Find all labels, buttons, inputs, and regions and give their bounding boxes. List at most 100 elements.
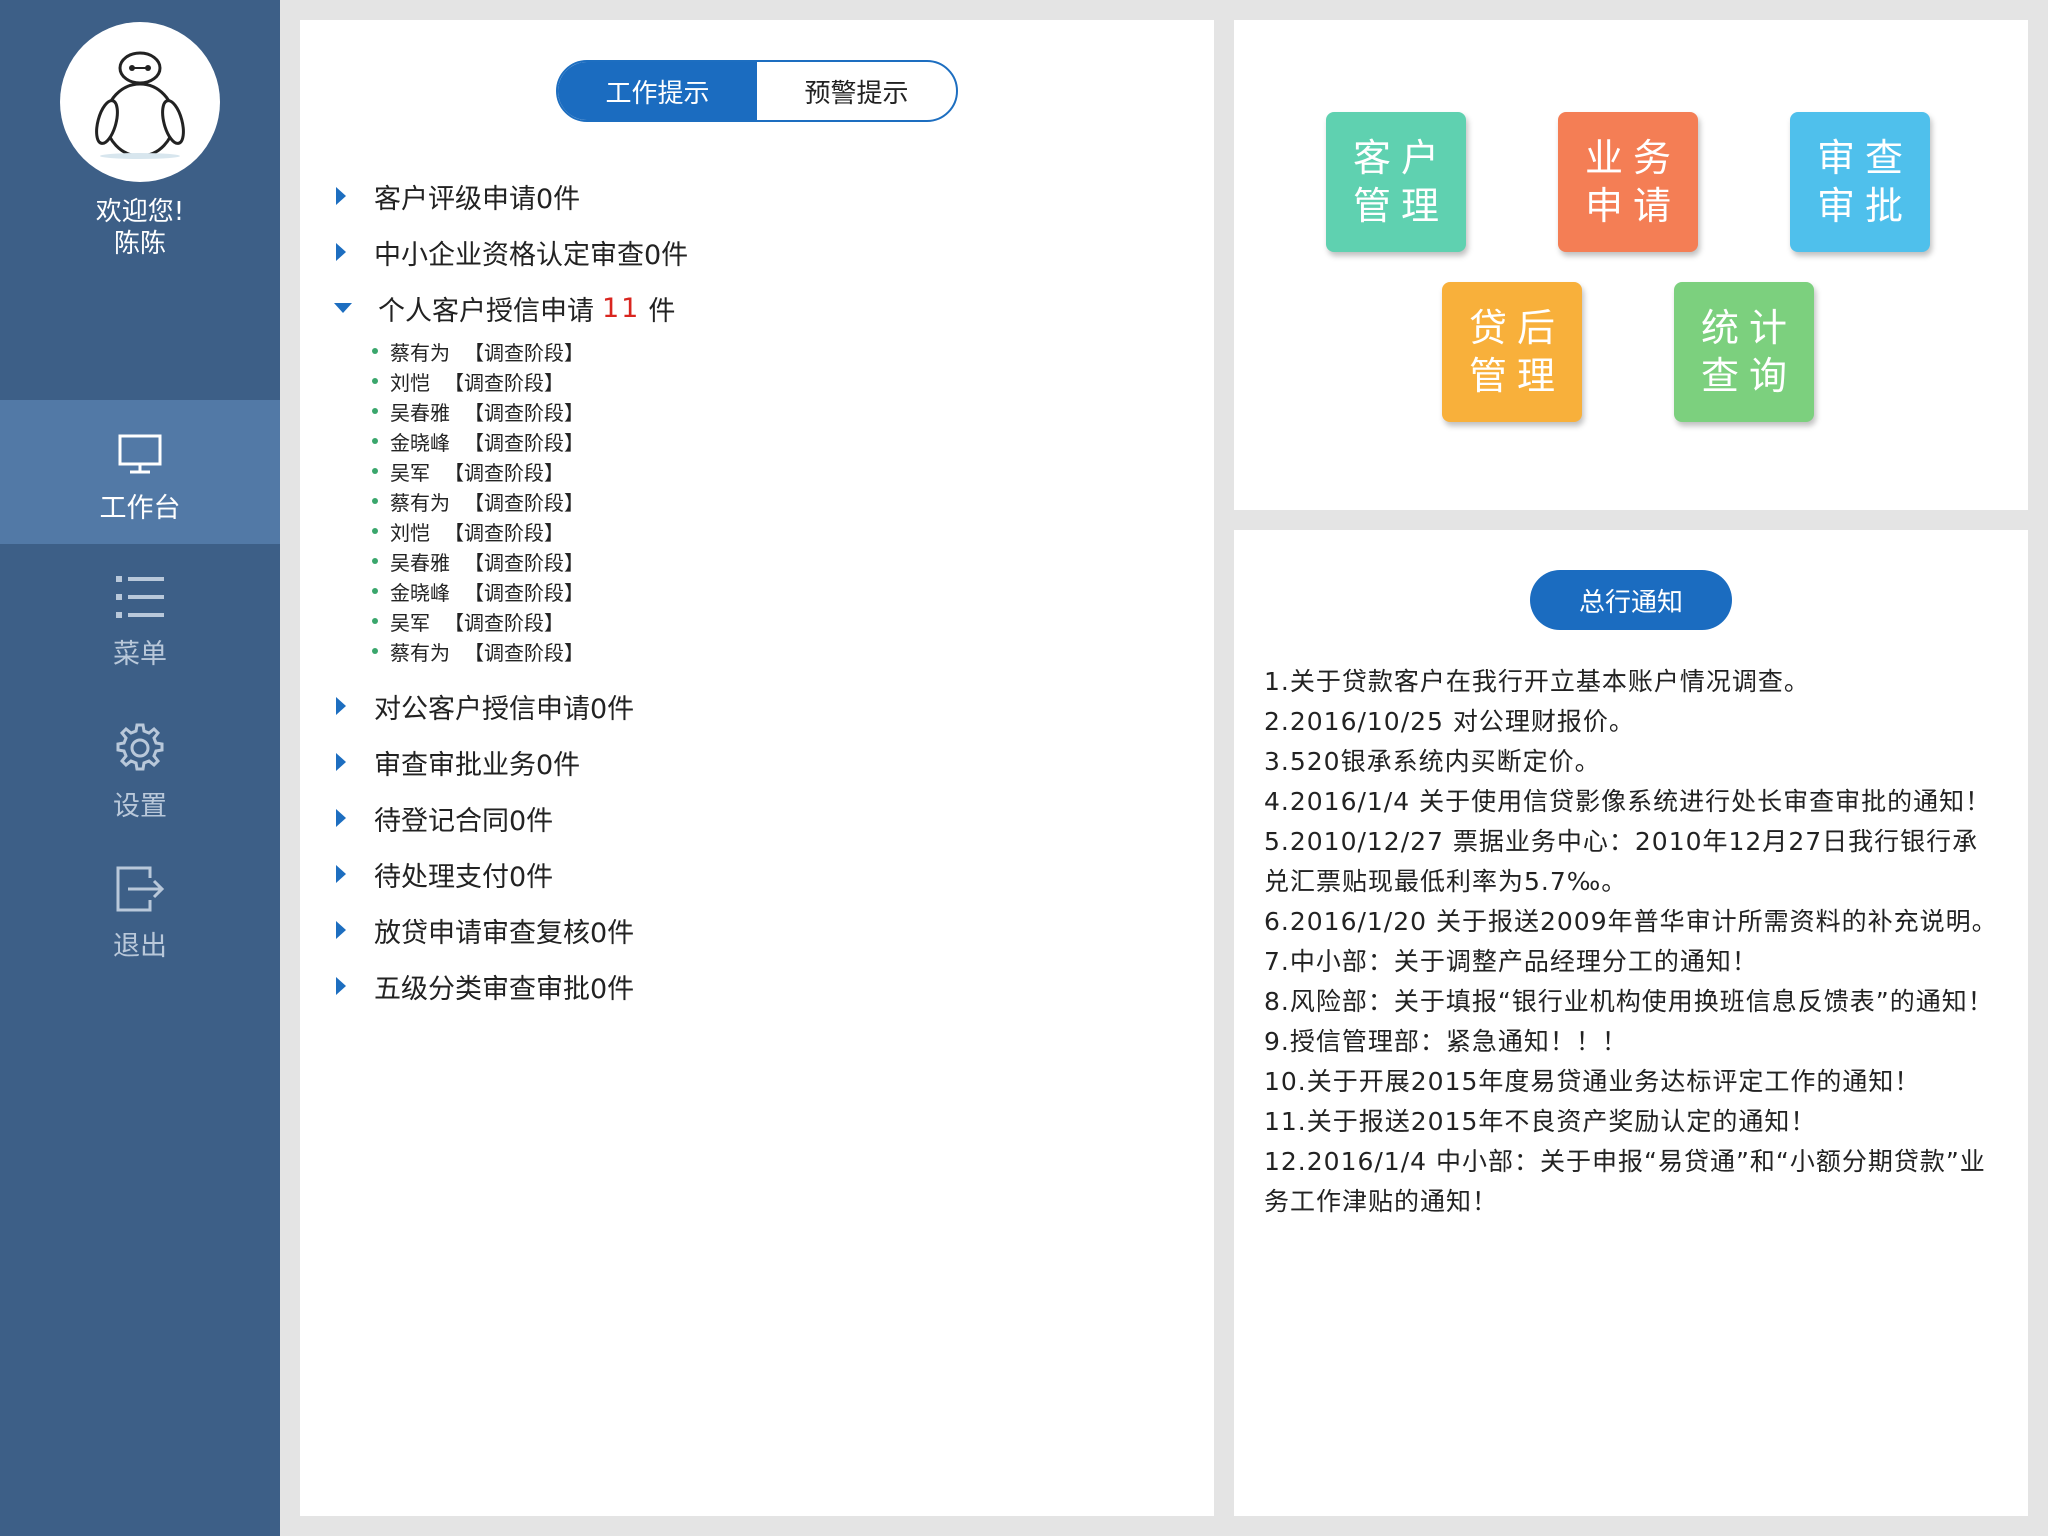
list-item[interactable]: 蔡有为 【调查阶段】 [372,336,1182,366]
applicant-stage: 【调查阶段】 [444,460,564,485]
notice-item[interactable]: 7.中小部：关于调整产品经理分工的通知！ [1264,942,2004,982]
task-item[interactable]: 放贷申请审查复核0件 [332,902,1182,958]
tile-label-line2: 管理 [1352,184,1449,228]
list-item[interactable]: 吴春雅 【调查阶段】 [372,546,1182,576]
notice-item[interactable]: 1.关于贷款客户在我行开立基本账户情况调查。 [1264,662,2004,702]
notice-item[interactable]: 2.2016/10/25 对公理财报价。 [1264,702,2004,742]
applicant-name: 金晓峰 [390,580,450,605]
welcome-text: 欢迎您! 陈陈 [0,196,280,260]
tile-label-line1: 统计 [1700,306,1797,350]
bullet-icon [372,588,378,594]
tile-statistics-query[interactable]: 统计 查询 [1674,282,1814,422]
applicant-stage: 【调查阶段】 [444,520,564,545]
task-label: 五级分类审查审批0件 [374,973,635,1005]
notice-item[interactable]: 10.关于开展2015年度易贷通业务达标评定工作的通知！ [1264,1062,2004,1102]
tile-customer-management[interactable]: 客户 管理 [1326,112,1466,252]
expand-arrow-icon [336,809,346,827]
nav-item-workbench[interactable]: 工作台 [0,400,280,544]
list-item[interactable]: 金晓峰 【调查阶段】 [372,576,1182,606]
task-item[interactable]: 客户评级申请0件 [332,168,1182,224]
notice-list: 1.关于贷款客户在我行开立基本账户情况调查。 2.2016/10/25 对公理财… [1264,662,2004,1222]
expand-arrow-icon [336,753,346,771]
list-item[interactable]: 吴军 【调查阶段】 [372,456,1182,486]
task-item[interactable]: 对公客户授信申请0件 [332,678,1182,734]
tile-label-line1: 客户 [1352,136,1449,180]
bullet-icon [372,528,378,534]
nav-item-logout[interactable]: 退出 [0,864,280,984]
applicant-stage: 【调查阶段】 [464,640,584,665]
task-item-expanded[interactable]: 个人客户授信申请 11 件 [332,280,1182,336]
gear-icon [116,723,164,771]
tab-work-tips[interactable]: 工作提示 [558,62,757,120]
bullet-icon [372,558,378,564]
applicant-stage: 【调查阶段】 [464,490,584,515]
list-item[interactable]: 刘恺 【调查阶段】 [372,366,1182,396]
baymax-avatar-icon [95,51,185,159]
notice-item[interactable]: 12.2016/1/4 中小部：关于申报“易贷通”和“小额分期贷款”业务工作津贴… [1264,1142,2004,1222]
bullet-icon [372,498,378,504]
sidebar: 欢迎您! 陈陈 工作台 菜单 设置 退出 [0,0,280,1536]
applicant-name: 金晓峰 [390,430,450,455]
task-item[interactable]: 待处理支付0件 [332,846,1182,902]
list-item[interactable]: 刘恺 【调查阶段】 [372,516,1182,546]
quick-access-panel: 客户 管理 业务 申请 审查 审批 贷后 管理 统计 查询 [1234,20,2028,510]
applicant-name: 吴春雅 [390,550,450,575]
nav-label-settings: 设置 [113,791,167,822]
greeting: 欢迎您! [95,197,185,227]
tile-post-loan-management[interactable]: 贷后 管理 [1442,282,1582,422]
applicant-name: 刘恺 [390,520,430,545]
tab-warning-tips[interactable]: 预警提示 [757,62,956,120]
tile-review-approval[interactable]: 审查 审批 [1790,112,1930,252]
applicant-name: 蔡有为 [390,340,450,365]
list-item[interactable]: 吴春雅 【调查阶段】 [372,396,1182,426]
task-item[interactable]: 待登记合同0件 [332,790,1182,846]
notice-title-button[interactable]: 总行通知 [1530,570,1732,630]
monitor-icon [118,434,162,474]
applicant-name: 蔡有为 [390,640,450,665]
list-item[interactable]: 金晓峰 【调查阶段】 [372,426,1182,456]
collapse-arrow-icon [334,303,352,313]
task-label: 中小企业资格认定审查0件 [374,239,689,271]
applicant-name: 刘恺 [390,370,430,395]
task-item[interactable]: 中小企业资格认定审查0件 [332,224,1182,280]
tile-business-application[interactable]: 业务 申请 [1558,112,1698,252]
nav-item-menu[interactable]: 菜单 [0,572,280,692]
task-label: 放贷申请审查复核0件 [374,917,635,949]
expand-arrow-icon [336,187,346,205]
expand-arrow-icon [336,243,346,261]
tile-label-line2: 查询 [1700,354,1797,398]
bullet-icon [372,648,378,654]
list-item[interactable]: 吴军 【调查阶段】 [372,606,1182,636]
tile-label-line1: 贷后 [1468,306,1565,350]
head-office-notice-panel: 总行通知 1.关于贷款客户在我行开立基本账户情况调查。 2.2016/10/25… [1234,530,2028,1516]
task-label: 个人客户授信申请 [378,295,594,327]
expand-arrow-icon [336,921,346,939]
list-item[interactable]: 蔡有为 【调查阶段】 [372,486,1182,516]
task-unit: 件 [648,295,676,327]
bullet-icon [372,468,378,474]
expand-arrow-icon [336,865,346,883]
task-item[interactable]: 审查审批业务0件 [332,734,1182,790]
list-item[interactable]: 蔡有为 【调查阶段】 [372,636,1182,666]
notice-item[interactable]: 6.2016/1/20 关于报送2009年普华审计所需资料的补充说明。 [1264,902,2004,942]
task-label: 待登记合同0件 [374,805,554,837]
notice-item[interactable]: 8.风险部：关于填报“银行业机构使用换班信息反馈表”的通知！ [1264,982,2004,1022]
bullet-icon [372,408,378,414]
task-item[interactable]: 五级分类审查审批0件 [332,958,1182,1014]
avatar[interactable] [60,22,220,182]
notice-item[interactable]: 4.2016/1/4 关于使用信贷影像系统进行处长审查审批的通知！ [1264,782,2004,822]
nav-label-logout: 退出 [113,931,167,962]
task-label: 客户评级申请0件 [374,183,581,215]
applicant-name: 吴春雅 [390,400,450,425]
task-count: 11 [602,292,641,324]
nav-item-settings[interactable]: 设置 [0,722,280,842]
notice-item[interactable]: 5.2010/12/27 票据业务中心：2010年12月27日我行银行承兑汇票贴… [1264,822,2004,902]
notice-item[interactable]: 9.授信管理部：紧急通知！！！ [1264,1022,2004,1062]
bullet-icon [372,618,378,624]
work-tips-panel: 工作提示 预警提示 客户评级申请0件 中小企业资格认定审查0件 个人客户授信申请… [300,20,1214,1516]
notice-item[interactable]: 11.关于报送2015年不良资产奖励认定的通知！ [1264,1102,2004,1142]
applicant-name: 蔡有为 [390,490,450,515]
notice-item[interactable]: 3.520银承系统内买断定价。 [1264,742,2004,782]
tile-label-line2: 申请 [1584,184,1681,228]
task-label: 待处理支付0件 [374,861,554,893]
